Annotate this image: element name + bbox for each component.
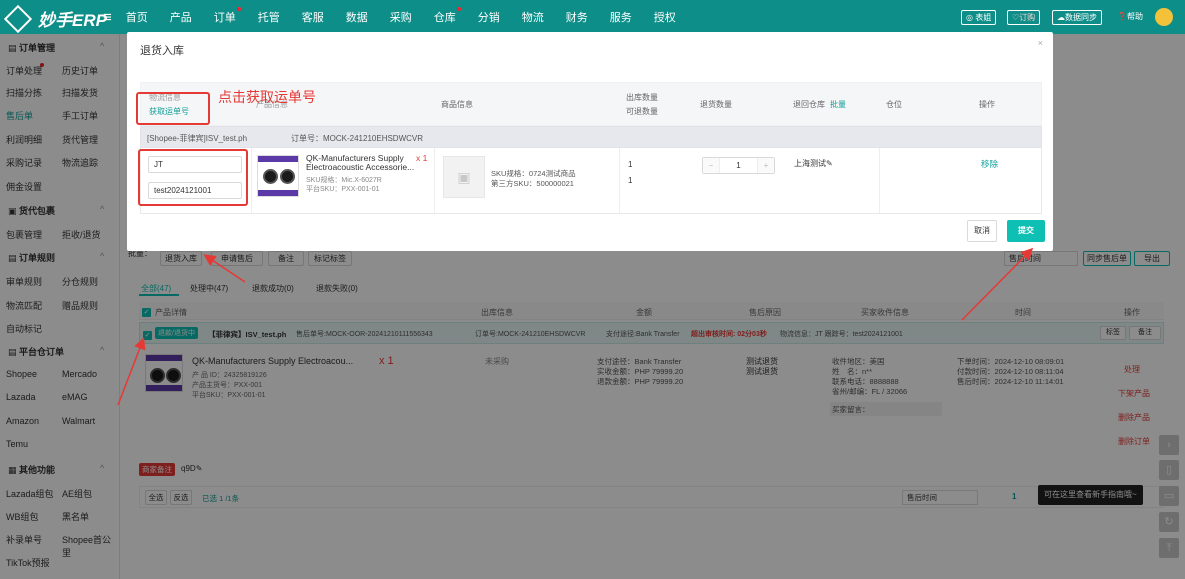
- arrow-to-submit: [961, 247, 1034, 321]
- arrow-to-return-button: [203, 254, 246, 283]
- annotation-arrows: [117, 247, 1034, 406]
- arrow-to-checkbox: [117, 337, 146, 406]
